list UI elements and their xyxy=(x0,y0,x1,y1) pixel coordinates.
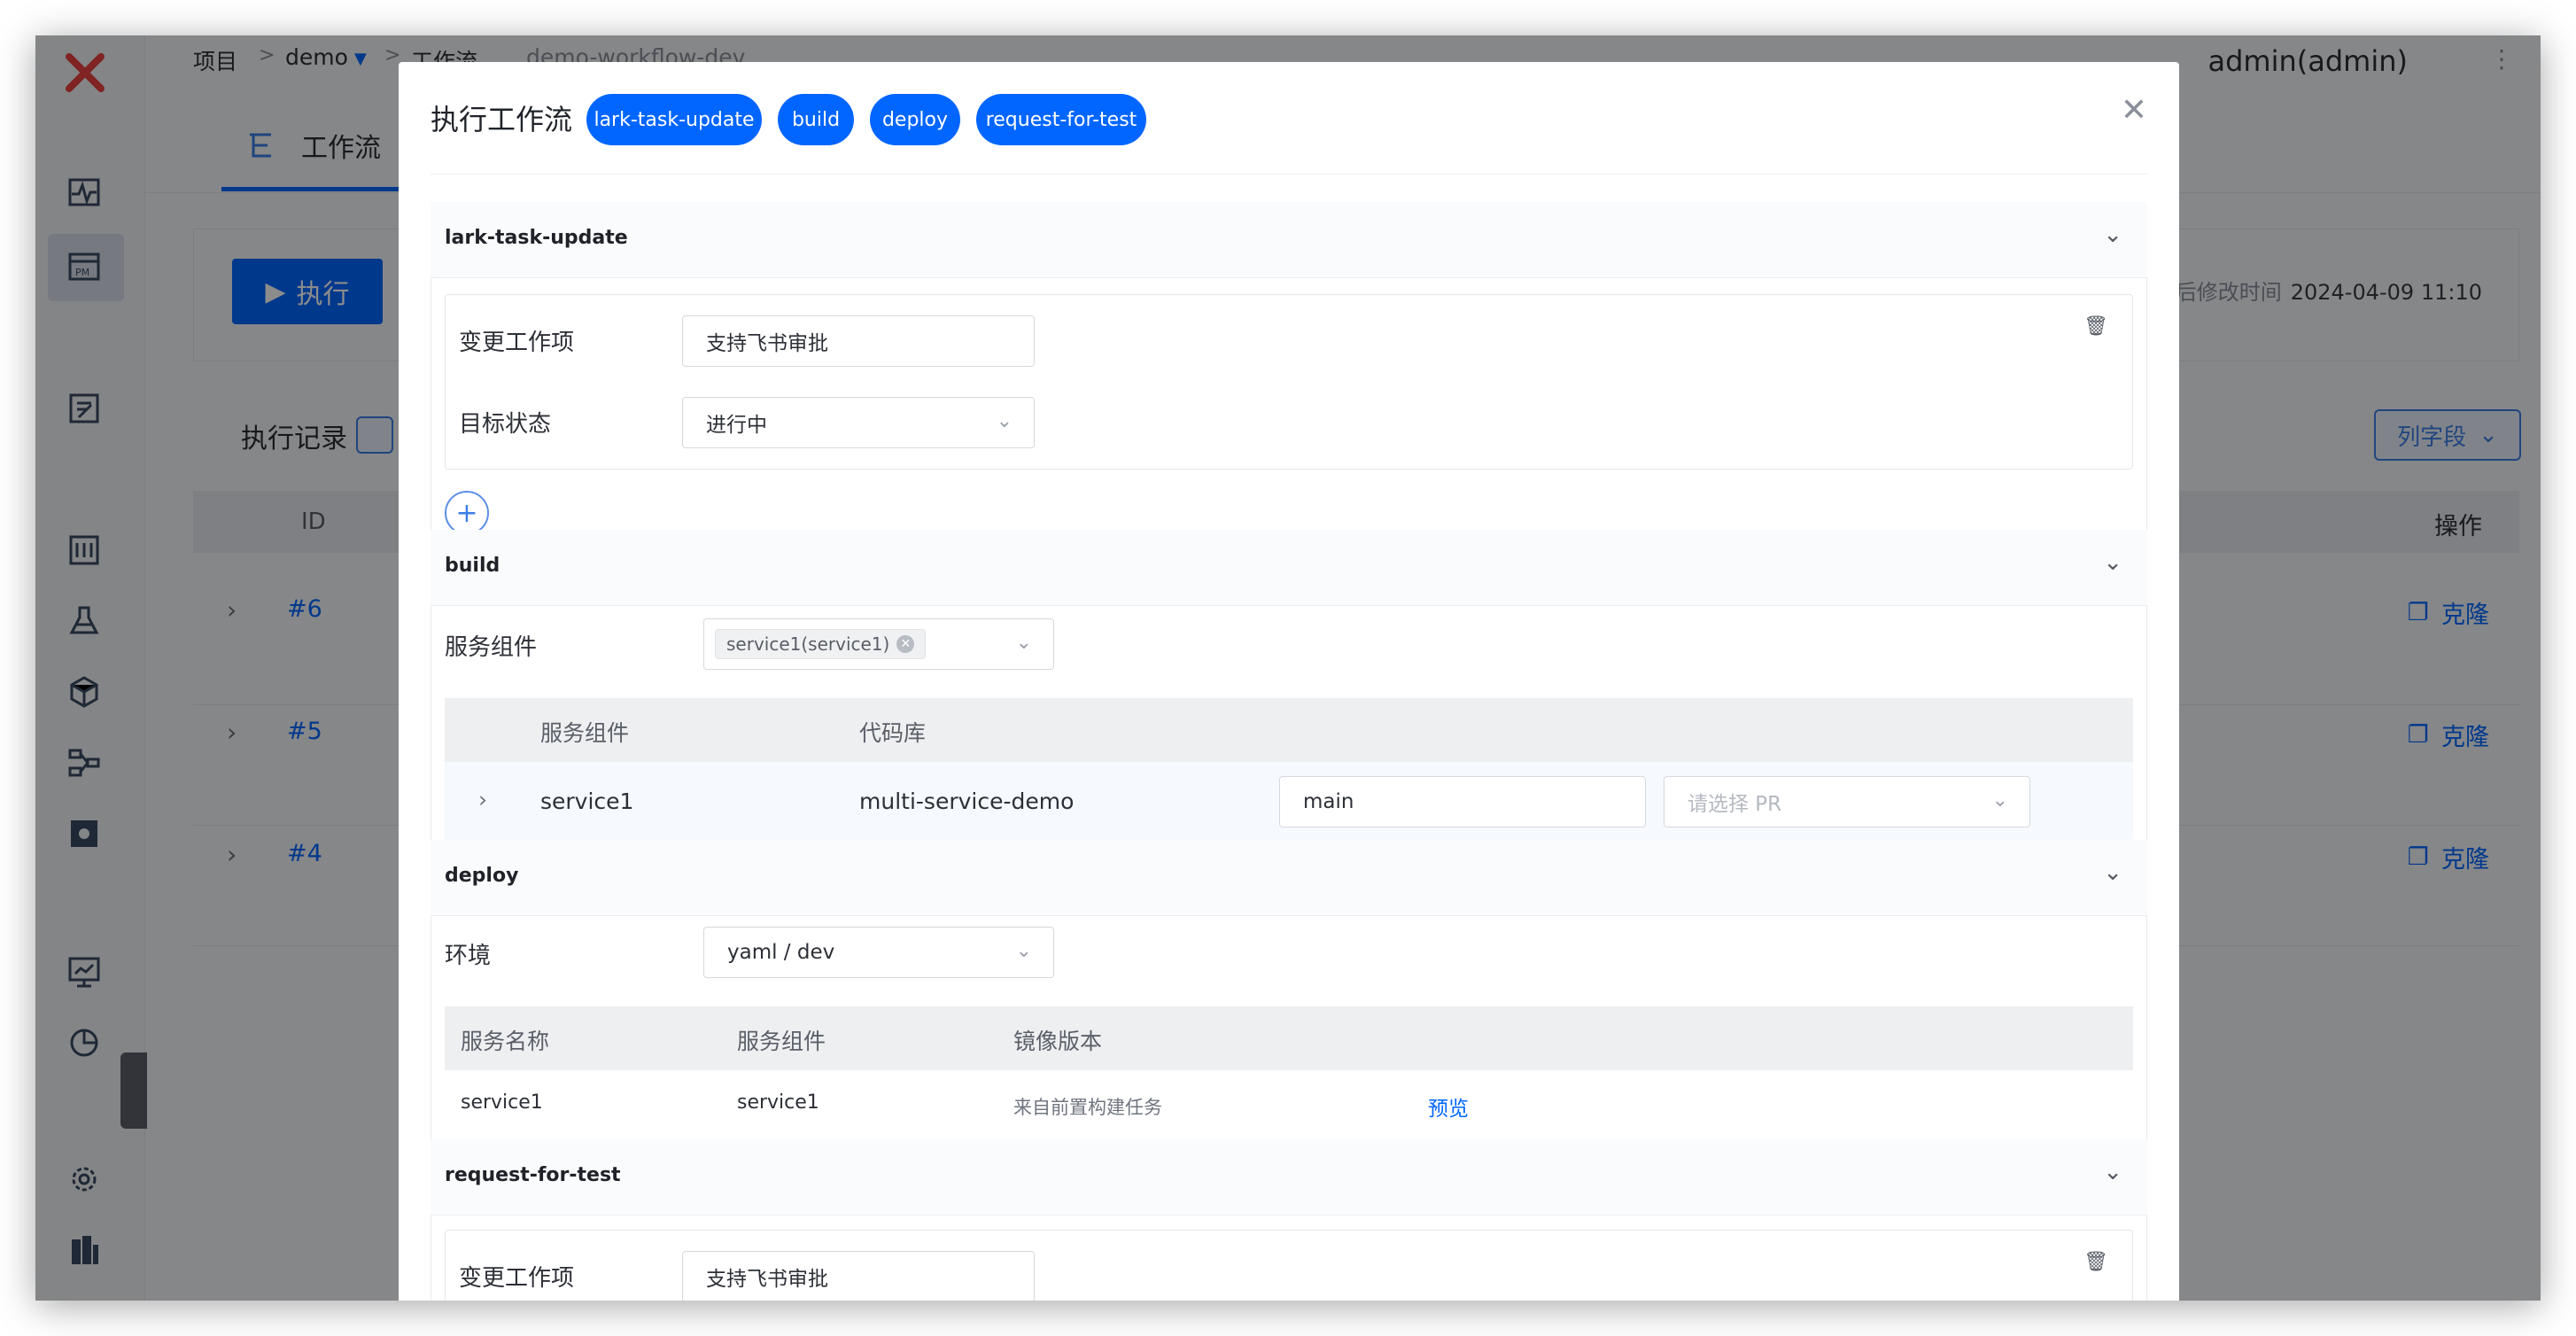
col-image-version: 镜像版本 xyxy=(1013,1029,1103,1054)
stage-pill-deploy[interactable]: deploy xyxy=(870,94,960,145)
close-icon[interactable]: ✕ xyxy=(2121,92,2147,128)
chevron-down-icon: ⌄ xyxy=(1015,632,1032,654)
stage-header-lark-task-update[interactable]: lark-task-update ⌄ xyxy=(431,202,2147,278)
build-table-header xyxy=(445,698,2133,762)
stage-header-build[interactable]: build ⌄ xyxy=(431,530,2147,606)
chevron-down-icon: ⌄ xyxy=(996,410,1013,432)
tag-close-icon[interactable]: ✕ xyxy=(896,635,915,653)
stage-header-request-for-test[interactable]: request-for-test ⌄ xyxy=(431,1139,2147,1216)
divider xyxy=(431,174,2147,175)
pr-select[interactable]: 请选择 PR ⌄ xyxy=(1664,776,2030,827)
target-status-label: 目标状态 xyxy=(459,411,552,438)
delete-icon[interactable]: 🗑 xyxy=(2083,315,2108,338)
stage-pill-request-for-test[interactable]: request-for-test xyxy=(976,94,1146,145)
environment-select[interactable]: yaml / dev ⌄ xyxy=(703,927,1054,978)
add-item-button[interactable]: + xyxy=(445,491,489,535)
chevron-down-icon[interactable]: ⌄ xyxy=(2103,549,2122,576)
chevron-down-icon[interactable]: ⌄ xyxy=(2103,859,2122,886)
execute-workflow-dialog: 执行工作流 lark-task-update build deploy requ… xyxy=(399,62,2179,1301)
preview-link[interactable]: 预览 xyxy=(1428,1091,1469,1122)
stage-pill-build[interactable]: build xyxy=(778,94,854,145)
app-window: PM 项目 > demo ▼ > demo-workflow-dev admin… xyxy=(35,35,2541,1301)
deploy-row-service-component: service1 xyxy=(737,1091,819,1114)
chevron-down-icon[interactable]: ⌄ xyxy=(2103,221,2122,248)
stage-header-deploy[interactable]: deploy ⌄ xyxy=(431,840,2147,916)
col-service: 服务组件 xyxy=(540,720,630,746)
task-item-input[interactable]: 支持飞书审批 xyxy=(682,1251,1035,1301)
chevron-down-icon: ⌄ xyxy=(1015,940,1032,962)
chevron-down-icon[interactable]: ⌄ xyxy=(2103,1159,2122,1185)
dialog-title: 执行工作流 xyxy=(431,103,573,136)
service-component-label: 服务组件 xyxy=(445,634,538,661)
deploy-row-image: 来自前置构建任务 xyxy=(1013,1097,1162,1118)
build-row-service: service1 xyxy=(540,788,634,814)
build-row-repo: multi-service-demo xyxy=(859,788,1075,814)
task-item-label: 变更工作项 xyxy=(459,1265,575,1292)
deploy-row-service-name: service1 xyxy=(461,1091,543,1114)
chevron-down-icon: ⌄ xyxy=(1991,789,2008,812)
deploy-table-header xyxy=(445,1006,2133,1070)
col-service-component: 服务组件 xyxy=(737,1029,826,1054)
service-component-select[interactable]: service1(service1) ✕ ⌄ xyxy=(703,618,1054,670)
task-item-input[interactable]: 支持飞书审批 xyxy=(682,315,1035,367)
expand-chevron-icon[interactable]: › xyxy=(478,787,487,812)
target-status-select[interactable]: 进行中 ⌄ xyxy=(682,397,1035,448)
col-repo: 代码库 xyxy=(859,720,927,746)
environment-label: 环境 xyxy=(445,943,492,969)
task-item-label: 变更工作项 xyxy=(459,330,575,356)
stage-pill-lark-task-update[interactable]: lark-task-update xyxy=(586,94,762,145)
col-service-name: 服务名称 xyxy=(461,1029,550,1054)
service-tag: service1(service1) ✕ xyxy=(715,629,927,659)
delete-icon[interactable]: 🗑 xyxy=(2083,1251,2108,1273)
branch-input[interactable]: main xyxy=(1279,776,1646,827)
